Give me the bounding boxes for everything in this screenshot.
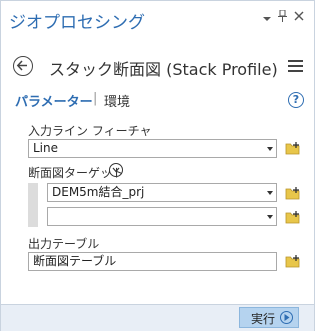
tab-separator: |: [93, 91, 98, 106]
back-arrow-icon[interactable]: [13, 56, 33, 76]
play-icon: [280, 311, 293, 324]
profile-target-row-1-select[interactable]: DEM5m結合_prj: [47, 183, 277, 202]
close-icon[interactable]: [294, 11, 304, 25]
tab-environments[interactable]: 環境: [104, 91, 130, 110]
run-button[interactable]: 実行: [239, 307, 299, 328]
folder-add-icon[interactable]: [285, 185, 301, 200]
help-icon[interactable]: ?: [288, 92, 304, 108]
folder-add-icon[interactable]: [285, 209, 301, 224]
pane-footer: 実行: [1, 304, 314, 331]
profile-target-row-2-select[interactable]: [47, 207, 277, 226]
run-button-label: 実行: [251, 312, 276, 326]
profile-targets-grip: [28, 183, 38, 227]
hamburger-menu-icon[interactable]: [288, 60, 303, 73]
chevron-down-icon: [267, 215, 273, 219]
input-line-features-select[interactable]: Line: [28, 139, 277, 158]
tool-header: スタック断面図 (Stack Profile): [1, 51, 314, 85]
chevron-down-icon: [267, 147, 273, 151]
folder-add-icon[interactable]: [285, 140, 301, 155]
pane-options-chevron-icon[interactable]: [263, 12, 271, 26]
tool-title: スタック断面図 (Stack Profile): [49, 60, 278, 79]
geoprocessing-pane: ジオプロセシング スタック断面図 (Stack Profile) パラメーター …: [0, 0, 315, 331]
chevron-down-icon: [267, 191, 273, 195]
profile-target-row-1-value: DEM5m結合_prj: [52, 185, 145, 199]
tab-parameters[interactable]: パラメーター: [15, 91, 93, 110]
output-table-value: 断面図テーブル: [33, 254, 117, 268]
input-line-features-label: 入力ライン フィーチャ: [28, 124, 152, 138]
chevron-down-circle-icon[interactable]: [109, 163, 123, 177]
input-line-features-value: Line: [33, 141, 59, 155]
pin-icon[interactable]: [278, 9, 287, 26]
output-table-label: 出力テーブル: [28, 237, 100, 251]
output-table-input[interactable]: 断面図テーブル: [28, 252, 277, 271]
pane-title-bar: ジオプロセシング: [1, 1, 314, 37]
folder-add-icon[interactable]: [285, 253, 301, 268]
pane-title: ジオプロセシング: [9, 13, 145, 33]
